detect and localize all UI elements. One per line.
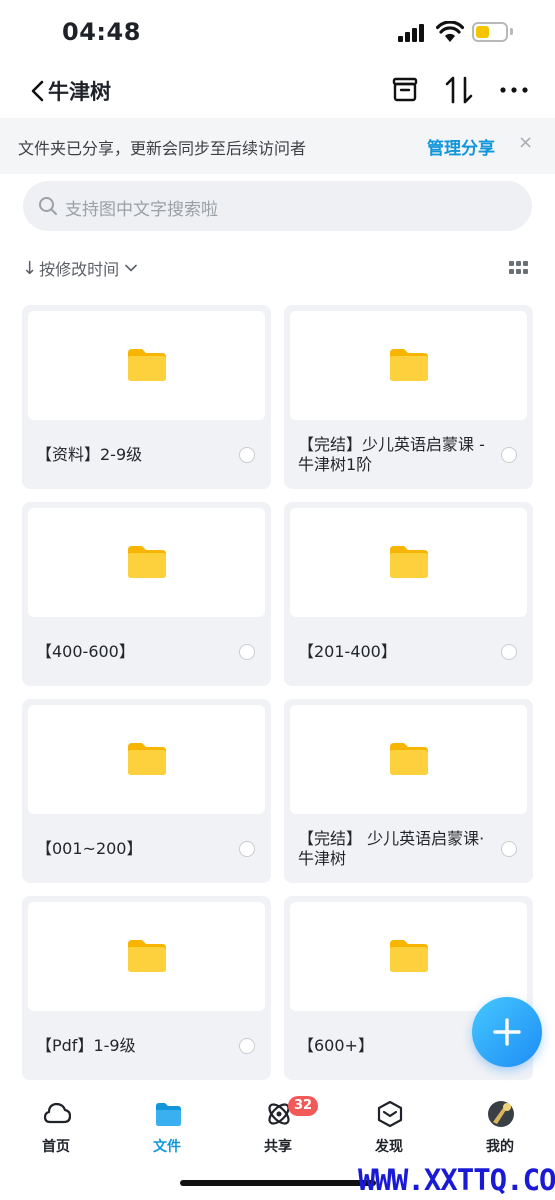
tab-label: 共享 xyxy=(264,1139,292,1155)
home-indicator xyxy=(180,1180,376,1186)
select-checkbox[interactable] xyxy=(239,841,255,857)
notification-badge: 32 xyxy=(288,1096,319,1116)
folder-card[interactable]: 【201-400】 xyxy=(284,502,533,686)
folder-card[interactable]: 【完结】 少儿英语启蒙课·牛津树 xyxy=(284,699,533,883)
search-icon xyxy=(39,197,57,215)
manage-share-link[interactable]: 管理分享 xyxy=(427,134,495,159)
plus-icon xyxy=(493,1018,521,1046)
watermark: WWW.XXTTQ.COM xyxy=(358,1163,555,1197)
signal-icon xyxy=(398,24,428,42)
tab-home[interactable]: 首页 xyxy=(21,1100,91,1160)
close-icon[interactable]: × xyxy=(518,132,533,153)
folder-card[interactable]: 【完结】少儿英语启蒙课 - 牛津树1阶 xyxy=(284,305,533,489)
nav-bar: 牛津树 xyxy=(0,66,555,116)
share-banner: 文件夹已分享，更新会同步至后续访问者 管理分享 × xyxy=(0,118,555,174)
battery-icon xyxy=(472,22,508,42)
tab-me[interactable]: 我的 xyxy=(465,1100,535,1160)
folder-icon xyxy=(128,546,166,578)
folder-icon xyxy=(128,743,166,775)
sort-icon[interactable] xyxy=(443,74,475,106)
tab-label: 首页 xyxy=(42,1139,70,1155)
folder-icon xyxy=(390,546,428,578)
folder-name: 【Pdf】1-9级 xyxy=(36,1036,136,1055)
back-button[interactable]: 牛津树 xyxy=(30,74,111,108)
tab-files[interactable]: 文件 xyxy=(132,1100,202,1160)
search-input[interactable]: 支持图中文字搜索啦 xyxy=(23,181,532,231)
folder-card[interactable]: 【Pdf】1-9级 xyxy=(22,896,271,1080)
share-banner-text: 文件夹已分享，更新会同步至后续访问者 xyxy=(18,139,307,158)
folder-icon xyxy=(390,743,428,775)
sort-arrow-icon: ↓ xyxy=(22,257,38,279)
folder-icon xyxy=(128,349,166,381)
select-checkbox[interactable] xyxy=(239,644,255,660)
folder-card[interactable]: 【400-600】 xyxy=(22,502,271,686)
avatar xyxy=(488,1101,514,1127)
discover-cube-icon xyxy=(377,1100,403,1128)
page-title: 牛津树 xyxy=(48,80,111,104)
sort-dropdown[interactable]: ↓ 按修改时间 xyxy=(22,256,137,280)
folder-name: 【完结】 少儿英语启蒙课·牛津树 xyxy=(298,829,485,868)
chevron-left-icon xyxy=(31,80,44,102)
archive-icon[interactable] xyxy=(390,74,422,106)
folder-icon xyxy=(128,940,166,972)
folder-icon xyxy=(390,349,428,381)
status-bar: 04:48 xyxy=(0,0,555,66)
folder-name: 【资料】2-9级 xyxy=(36,445,143,464)
folder-name: 【600+】 xyxy=(298,1036,374,1055)
tab-label: 发现 xyxy=(375,1139,403,1155)
select-checkbox[interactable] xyxy=(501,644,517,660)
grid-view-icon[interactable] xyxy=(509,261,529,275)
wifi-icon xyxy=(436,21,464,42)
tab-label: 我的 xyxy=(486,1139,514,1155)
select-checkbox[interactable] xyxy=(239,1038,255,1054)
folder-icon xyxy=(156,1103,181,1126)
folder-name: 【201-400】 xyxy=(298,642,397,661)
tab-label: 文件 xyxy=(153,1139,181,1155)
status-time: 04:48 xyxy=(62,18,141,46)
add-button[interactable] xyxy=(472,997,542,1067)
chevron-down-icon xyxy=(125,264,137,272)
folder-card[interactable]: 【资料】2-9级 xyxy=(22,305,271,489)
search-placeholder: 支持图中文字搜索啦 xyxy=(65,200,218,220)
folder-name: 【400-600】 xyxy=(36,642,135,661)
select-checkbox[interactable] xyxy=(501,841,517,857)
tab-discover[interactable]: 发现 xyxy=(354,1100,424,1160)
select-checkbox[interactable] xyxy=(239,447,255,463)
more-icon[interactable] xyxy=(498,74,530,106)
cloud-home-icon xyxy=(43,1102,71,1124)
folder-name: 【001~200】 xyxy=(36,839,143,858)
folder-card[interactable]: 【001~200】 xyxy=(22,699,271,883)
folder-icon xyxy=(390,940,428,972)
folder-name: 【完结】少儿英语启蒙课 - 牛津树1阶 xyxy=(298,435,485,474)
sort-label: 按修改时间 xyxy=(39,260,120,279)
select-checkbox[interactable] xyxy=(501,447,517,463)
